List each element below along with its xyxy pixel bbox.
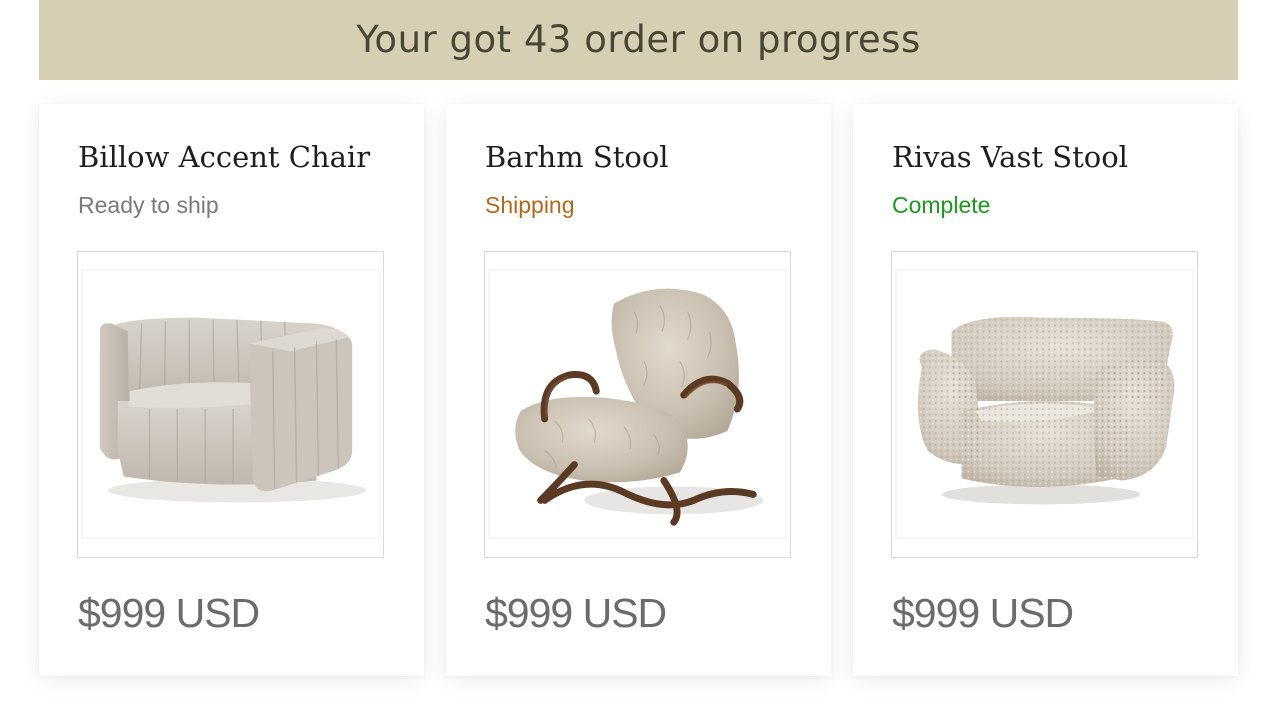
fur-rocking-chair-image: [488, 269, 787, 539]
product-price: $999 USD: [892, 590, 1074, 636]
banner-text: Your got 43 order on progress: [356, 17, 921, 61]
product-image[interactable]: [484, 251, 791, 558]
product-image[interactable]: [891, 251, 1198, 558]
product-title: Barhm Stool: [485, 140, 669, 174]
order-card[interactable]: Barhm Stool Shipping $999 USD: [446, 104, 831, 676]
product-price: $999 USD: [485, 590, 667, 636]
order-status: Complete: [892, 192, 991, 218]
order-card[interactable]: Billow Accent Chair Ready to ship $999 U…: [39, 104, 424, 676]
product-image[interactable]: [77, 251, 384, 558]
order-progress-banner: Your got 43 order on progress: [39, 0, 1238, 80]
boucle-swivel-chair-image: [895, 269, 1194, 539]
product-title: Rivas Vast Stool: [892, 140, 1128, 174]
channel-tufted-armchair-image: [81, 269, 380, 539]
order-status: Ready to ship: [78, 192, 219, 218]
product-price: $999 USD: [78, 590, 260, 636]
product-title: Billow Accent Chair: [78, 140, 371, 174]
order-status: Shipping: [485, 192, 575, 218]
order-card[interactable]: Rivas Vast Stool Complete $999 USD: [853, 104, 1238, 676]
order-cards: Billow Accent Chair Ready to ship $999 U…: [39, 104, 1238, 676]
